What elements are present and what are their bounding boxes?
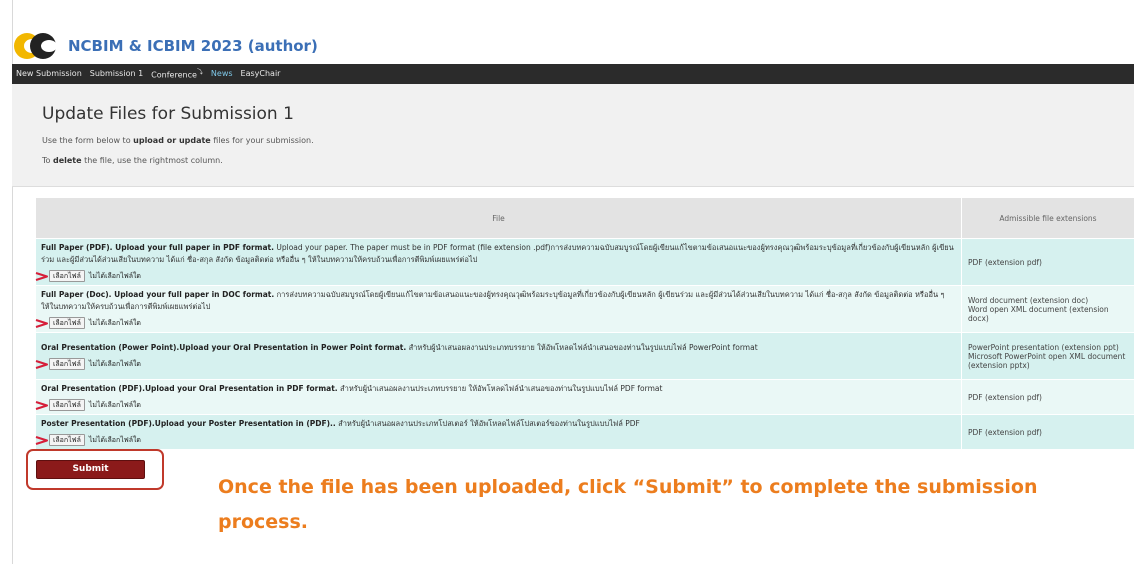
submit-highlight-box: Submit <box>26 449 164 490</box>
file-uploader: เลือกไฟล์ ไม่ได้เลือกไฟล์ใด <box>35 270 955 282</box>
pointer-arrow-icon <box>35 400 48 410</box>
pointer-arrow-icon <box>35 271 48 281</box>
pointer-arrow-icon <box>35 359 48 369</box>
admissible-extensions: PowerPoint presentation (extension ppt) … <box>968 342 1126 370</box>
nav-conference-label: Conference <box>151 70 197 80</box>
admissible-extensions: Word document (extension doc) Word open … <box>968 295 1109 323</box>
file-uploader: เลือกไฟล์ ไม่ได้เลือกไฟล์ใด <box>35 434 955 446</box>
extension-cell: PDF (extension pdf) <box>961 414 1135 450</box>
app-title: NCBIM & ICBIM 2023 (author) <box>68 37 318 55</box>
file-type-name: Poster Presentation (PDF).Upload your Po… <box>41 419 336 428</box>
admissible-extensions: PDF (extension pdf) <box>968 257 1042 267</box>
nav-news[interactable]: News <box>207 64 237 84</box>
pointer-arrow-icon <box>35 435 48 445</box>
no-file-label: ไม่ได้เลือกไฟล์ใด <box>88 400 141 409</box>
file-row: Oral Presentation (Power Point).Upload y… <box>35 332 1135 380</box>
file-type-name: Full Paper (PDF). Upload your full paper… <box>41 243 274 252</box>
choose-file-button[interactable]: เลือกไฟล์ <box>49 358 85 370</box>
file-cell: Poster Presentation (PDF).Upload your Po… <box>35 414 962 450</box>
column-header-file: File <box>35 197 962 239</box>
file-uploader: เลือกไฟล์ ไม่ได้เลือกไฟล์ใด <box>35 399 955 411</box>
nav-conference[interactable]: Conference⤵ <box>147 63 207 86</box>
choose-file-button[interactable]: เลือกไฟล์ <box>49 434 85 446</box>
file-cell: Full Paper (Doc). Upload your full paper… <box>35 285 962 333</box>
file-row: Full Paper (Doc). Upload your full paper… <box>35 285 1135 333</box>
file-type-description: สำหรับผู้นำเสนอผลงานประเภทบรรยาย ให้อัพโ… <box>406 343 758 352</box>
no-file-label: ไม่ได้เลือกไฟล์ใด <box>88 318 141 327</box>
no-file-label: ไม่ได้เลือกไฟล์ใด <box>88 435 141 444</box>
column-header-extensions: Admissible file extensions <box>961 197 1135 239</box>
top-navbar: New Submission Submission 1 Conference⤵ … <box>12 64 1134 84</box>
file-row: Full Paper (PDF). Upload your full paper… <box>35 238 1135 286</box>
pointer-arrow-icon <box>35 318 48 328</box>
nav-new-submission[interactable]: New Submission <box>12 64 86 84</box>
file-uploader: เลือกไฟล์ ไม่ได้เลือกไฟล์ใด <box>35 317 955 329</box>
file-type-name: Full Paper (Doc). Upload your full paper… <box>41 290 275 299</box>
no-file-label: ไม่ได้เลือกไฟล์ใด <box>88 271 141 280</box>
file-type-description: สำหรับผู้นำเสนอผลงานประเภทโปสเตอร์ ให้อั… <box>335 419 640 428</box>
files-table: File Admissible file extensions Full Pap… <box>35 197 1135 450</box>
choose-file-button[interactable]: เลือกไฟล์ <box>49 317 85 329</box>
nav-easychair[interactable]: EasyChair <box>237 64 285 84</box>
dropdown-arrow-icon: ⤵ <box>196 68 203 76</box>
instruction-callout: Once the file has been uploaded, click “… <box>218 476 1038 533</box>
info-panel: Update Files for Submission 1 Use the fo… <box>12 84 1134 187</box>
file-row: Poster Presentation (PDF).Upload your Po… <box>35 414 1135 450</box>
help-text-delete: To delete the file, use the rightmost co… <box>42 156 223 165</box>
app-header: NCBIM & ICBIM 2023 (author) <box>14 30 318 62</box>
file-cell: Oral Presentation (PDF).Upload your Oral… <box>35 379 962 415</box>
nav-submission-1[interactable]: Submission 1 <box>86 64 147 84</box>
choose-file-button[interactable]: เลือกไฟล์ <box>49 270 85 282</box>
extension-cell: PDF (extension pdf) <box>961 379 1135 415</box>
choose-file-button[interactable]: เลือกไฟล์ <box>49 399 85 411</box>
extension-cell: Word document (extension doc) Word open … <box>961 285 1135 333</box>
file-row: Oral Presentation (PDF).Upload your Oral… <box>35 379 1135 415</box>
help-text-upload: Use the form below to upload or update f… <box>42 136 314 145</box>
file-cell: Oral Presentation (Power Point).Upload y… <box>35 332 962 380</box>
file-type-description: สำหรับผู้นำเสนอผลงานประเภทบรรยาย ให้อัพโ… <box>337 384 663 393</box>
file-cell: Full Paper (PDF). Upload your full paper… <box>35 238 962 286</box>
file-type-name: Oral Presentation (Power Point).Upload y… <box>41 343 407 352</box>
extension-cell: PDF (extension pdf) <box>961 238 1135 286</box>
file-type-name: Oral Presentation (PDF).Upload your Oral… <box>41 384 338 393</box>
admissible-extensions: PDF (extension pdf) <box>968 427 1042 437</box>
admissible-extensions: PDF (extension pdf) <box>968 392 1042 402</box>
no-file-label: ไม่ได้เลือกไฟล์ใด <box>88 359 141 368</box>
easychair-logo-icon[interactable] <box>14 31 60 61</box>
extension-cell: PowerPoint presentation (extension ppt) … <box>961 332 1135 380</box>
page-title: Update Files for Submission 1 <box>42 104 294 124</box>
file-uploader: เลือกไฟล์ ไม่ได้เลือกไฟล์ใด <box>35 358 955 370</box>
submit-button[interactable]: Submit <box>36 460 145 479</box>
